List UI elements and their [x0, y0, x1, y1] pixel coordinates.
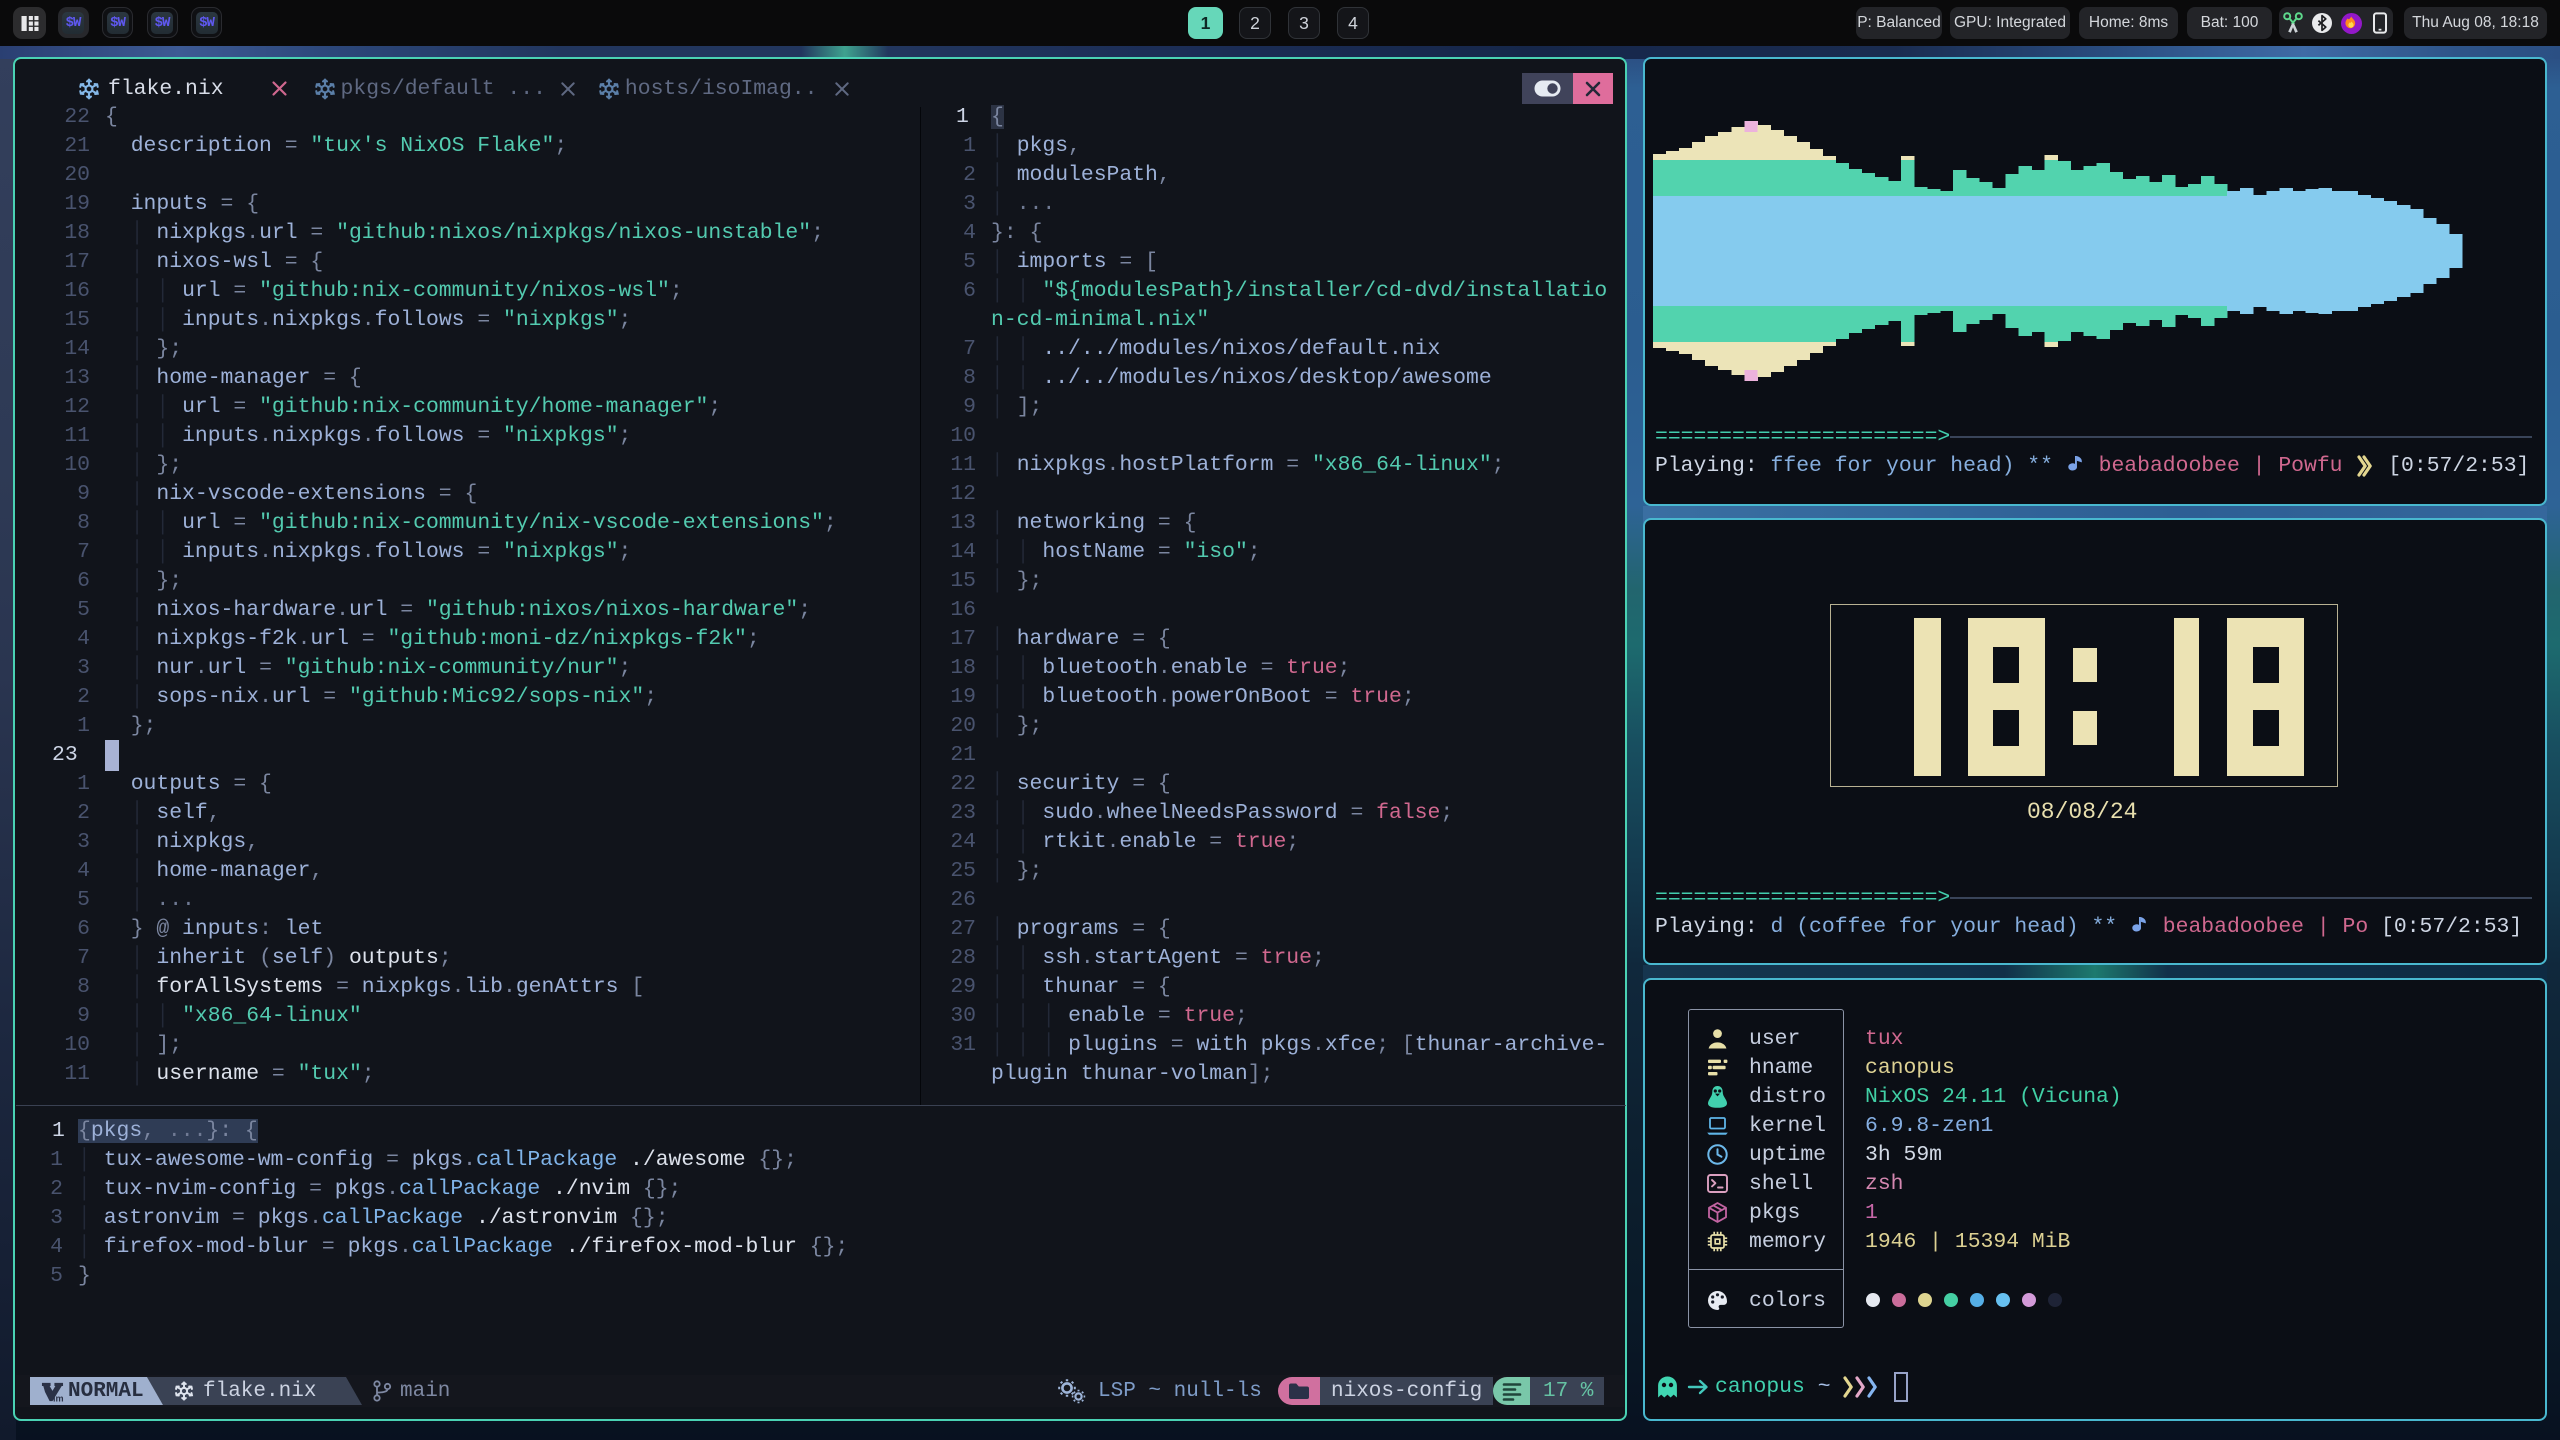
- svg-text:im: im: [53, 1393, 64, 1402]
